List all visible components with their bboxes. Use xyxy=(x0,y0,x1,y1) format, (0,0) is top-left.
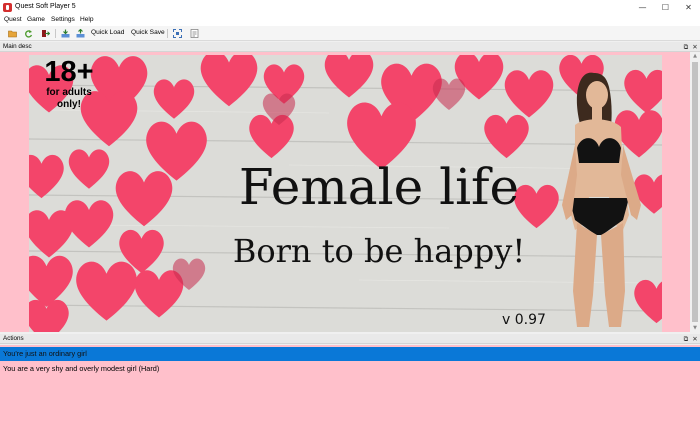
exit-icon[interactable] xyxy=(41,29,50,38)
app-icon xyxy=(3,3,12,12)
save-icon[interactable] xyxy=(76,29,85,38)
maximize-button[interactable]: ☐ xyxy=(654,0,677,15)
age-rating-note-line-2: only! xyxy=(57,99,81,110)
actions-panel: You're just an ordinary girl You are a v… xyxy=(0,345,700,439)
main-desc-header: Main desc ⧉ ✕ xyxy=(0,42,700,52)
toolbar-separator xyxy=(167,29,168,38)
load-icon[interactable] xyxy=(61,29,70,38)
game-banner: 18+ for adults only! Female life Born to… xyxy=(29,55,662,332)
fullscreen-icon[interactable] xyxy=(173,29,182,38)
minimize-button[interactable]: — xyxy=(631,0,654,15)
toolbar-separator xyxy=(55,29,56,38)
menu-settings[interactable]: Settings xyxy=(51,16,75,23)
age-rating-badge: 18+ for adults only! xyxy=(39,57,99,111)
age-rating-note-line-1: for adults xyxy=(46,87,92,98)
age-rating: 18+ xyxy=(44,56,94,88)
toolbar: Quick Load Quick Save xyxy=(0,26,700,41)
menu-bar: Quest Game Settings Help xyxy=(0,15,700,26)
window-title: Quest Soft Player 5 xyxy=(15,3,76,10)
info-icon[interactable] xyxy=(190,29,199,38)
scroll-thumb[interactable] xyxy=(692,62,698,322)
undock-button[interactable]: ⧉ xyxy=(682,42,690,52)
main-desc-panel: 18+ for adults only! Female life Born to… xyxy=(0,52,700,332)
title-bar: Quest Soft Player 5 — ☐ ✕ xyxy=(0,0,700,15)
reload-icon[interactable] xyxy=(24,29,33,38)
menu-game[interactable]: Game xyxy=(27,16,45,23)
quick-load-button[interactable]: Quick Load xyxy=(91,29,124,36)
banner-subtitle: Born to be happy! xyxy=(232,232,526,270)
scroll-down-button[interactable]: ▼ xyxy=(690,324,700,332)
panel-close-button[interactable]: ✕ xyxy=(691,334,699,344)
quick-save-button[interactable]: Quick Save xyxy=(131,29,165,36)
panel-close-button[interactable]: ✕ xyxy=(691,42,699,52)
close-button[interactable]: ✕ xyxy=(677,0,700,15)
actions-title: Actions xyxy=(3,335,24,342)
actions-header: Actions ⧉ ✕ xyxy=(0,334,700,344)
open-folder-icon[interactable] xyxy=(8,29,17,38)
scroll-up-button[interactable]: ▲ xyxy=(690,52,700,60)
undock-button[interactable]: ⧉ xyxy=(682,334,690,344)
menu-quest[interactable]: Quest xyxy=(4,16,22,23)
menu-help[interactable]: Help xyxy=(80,16,94,23)
action-item[interactable]: You are a very shy and overly modest gir… xyxy=(0,362,700,376)
main-desc-title: Main desc xyxy=(3,43,32,50)
version-label: v 0.97 xyxy=(502,312,546,328)
action-item[interactable]: You're just an ordinary girl xyxy=(0,347,700,361)
banner-title: Female life xyxy=(238,158,520,216)
vertical-scrollbar[interactable]: ▲ ▼ xyxy=(690,52,700,332)
